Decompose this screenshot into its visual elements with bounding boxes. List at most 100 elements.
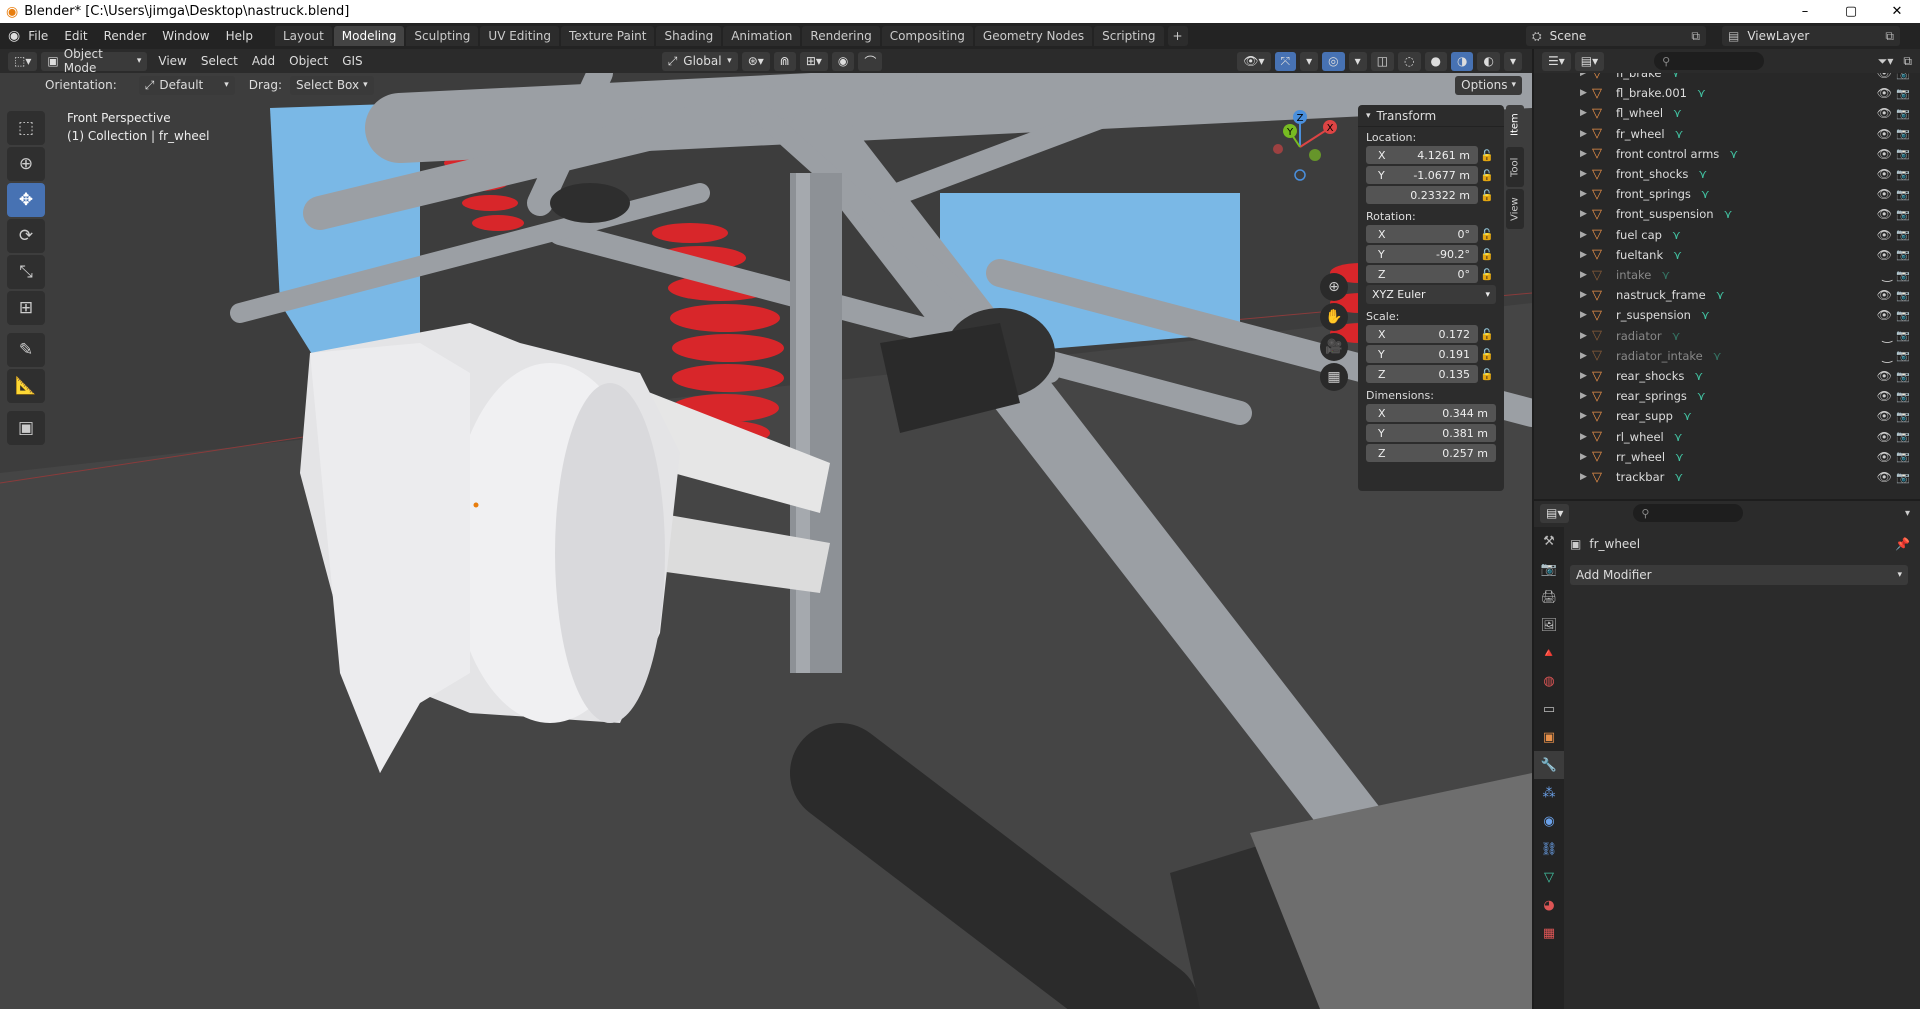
camera-render-icon[interactable]: 📷	[1896, 349, 1910, 362]
filter-icon[interactable]: ⏷▾	[1878, 54, 1894, 69]
display-mode-button[interactable]: ▤▾	[1574, 51, 1605, 71]
camera-render-icon[interactable]: 📷	[1896, 370, 1910, 383]
eye-icon[interactable]: 👁	[1877, 430, 1892, 444]
camera-render-icon[interactable]: 📷	[1896, 127, 1910, 140]
menu-render[interactable]: Render	[96, 29, 155, 43]
expand-arrow-icon[interactable]: ▶	[1580, 472, 1592, 482]
tool-settings-icon[interactable]: ⚒	[1534, 527, 1564, 555]
outliner-item[interactable]: ▶ ▽ intake ⋎ ‿ 📷	[1534, 265, 1920, 285]
orientation-dropdown[interactable]: ⤢ Default ▾	[138, 75, 235, 95]
outliner-item[interactable]: ▶ ▽ rl_wheel ⋎ 👁 📷	[1534, 427, 1920, 447]
menu-add[interactable]: Add	[245, 54, 282, 68]
expand-arrow-icon[interactable]: ▶	[1580, 290, 1592, 300]
select-box-tool[interactable]: ⬚	[7, 111, 45, 145]
pin-icon[interactable]: 📌	[1895, 537, 1910, 551]
scale-field[interactable]: Y 0.191	[1366, 345, 1478, 363]
outliner-item[interactable]: ▶ ▽ fl_brake.001 ⋎ 👁 📷	[1534, 83, 1920, 103]
workspace-tab-geometry-nodes[interactable]: Geometry Nodes	[974, 26, 1093, 46]
scene-selector[interactable]: ⛭ Scene ⧉	[1526, 26, 1706, 46]
expand-arrow-icon[interactable]: ▶	[1580, 270, 1592, 280]
eye-icon[interactable]: 👁	[1877, 147, 1892, 161]
outliner-item[interactable]: ▶ ▽ fuel cap ⋎ 👁 📷	[1534, 225, 1920, 245]
annotate-tool[interactable]: ✎	[7, 333, 45, 367]
eye-icon[interactable]: 👁	[1877, 127, 1892, 141]
outliner-item[interactable]: ▶ ▽ trackbar ⋎ 👁 📷	[1534, 467, 1920, 487]
scale-tool[interactable]: ⤡	[7, 255, 45, 289]
camera-render-icon[interactable]: 📷	[1896, 188, 1910, 201]
workspace-tab-animation[interactable]: Animation	[723, 26, 801, 46]
view-layer-copy-icon[interactable]: ⧉	[1885, 29, 1894, 44]
camera-render-icon[interactable]: 📷	[1896, 390, 1910, 403]
eye-icon[interactable]: 👁	[1877, 470, 1892, 484]
3d-viewport[interactable]: Orientation: ⤢ Default ▾ Drag: Select Bo…	[0, 73, 1532, 1009]
eye-icon[interactable]: 👁	[1877, 106, 1892, 120]
expand-arrow-icon[interactable]: ▶	[1580, 331, 1592, 341]
transform-tool[interactable]: ⊞	[7, 291, 45, 325]
close-button[interactable]: ✕	[1874, 0, 1920, 23]
menu-edit[interactable]: Edit	[56, 29, 95, 43]
eye-icon[interactable]: ‿	[1882, 268, 1892, 282]
expand-arrow-icon[interactable]: ▶	[1580, 129, 1592, 139]
outliner-item[interactable]: ▶ ▽ rear_supp ⋎ 👁 📷	[1534, 406, 1920, 426]
expand-arrow-icon[interactable]: ▶	[1580, 310, 1592, 320]
menu-file[interactable]: File	[20, 29, 56, 43]
outliner-item[interactable]: ▶ ▽ front_suspension ⋎ 👁 📷	[1534, 204, 1920, 224]
camera-render-icon[interactable]: 📷	[1896, 309, 1910, 322]
expand-arrow-icon[interactable]: ▶	[1580, 149, 1592, 159]
eye-icon[interactable]: 👁	[1877, 86, 1892, 100]
camera-icon[interactable]: 🎥	[1320, 333, 1348, 361]
outliner-search-input[interactable]: ⚲	[1654, 52, 1765, 70]
lock-icon[interactable]: 🔓	[1478, 189, 1496, 202]
data-properties-icon[interactable]: ▽	[1534, 863, 1564, 891]
camera-render-icon[interactable]: 📷	[1896, 329, 1910, 342]
proportional-falloff[interactable]: ⌒	[858, 51, 883, 71]
workspace-tab-scripting[interactable]: Scripting	[1094, 26, 1164, 46]
overlay-menu[interactable]: ▾	[1348, 51, 1367, 71]
eye-icon[interactable]: 👁	[1877, 228, 1892, 242]
camera-render-icon[interactable]: 📷	[1896, 269, 1910, 282]
scale-field[interactable]: Z 0.135	[1366, 365, 1478, 383]
mode-selector[interactable]: ▣ Object Mode ▾	[41, 47, 148, 75]
menu-window[interactable]: Window	[154, 29, 217, 43]
expand-arrow-icon[interactable]: ▶	[1580, 391, 1592, 401]
sidebar-tab-view[interactable]: View	[1506, 189, 1524, 229]
editor-type-button[interactable]: ⬚▾	[8, 51, 38, 71]
particles-properties-icon[interactable]: ⁂	[1534, 779, 1564, 807]
physics-properties-icon[interactable]: ◉	[1534, 807, 1564, 835]
expand-arrow-icon[interactable]: ▶	[1580, 88, 1592, 98]
location-field[interactable]: Y -1.0677 m	[1366, 166, 1478, 184]
expand-arrow-icon[interactable]: ▶	[1580, 411, 1592, 421]
camera-render-icon[interactable]: 📷	[1896, 471, 1910, 484]
camera-render-icon[interactable]: 📷	[1896, 208, 1910, 221]
eye-icon[interactable]: 👁	[1877, 207, 1892, 221]
eye-icon[interactable]: ‿	[1882, 349, 1892, 363]
workspace-tab-sculpting[interactable]: Sculpting	[406, 26, 479, 46]
camera-render-icon[interactable]: 📷	[1896, 107, 1910, 120]
workspace-tab-rendering[interactable]: Rendering	[802, 26, 880, 46]
output-properties-icon[interactable]: 🖨	[1534, 583, 1564, 611]
eye-icon[interactable]: 👁	[1877, 389, 1892, 403]
collection-properties-icon[interactable]: ▭	[1534, 695, 1564, 723]
expand-arrow-icon[interactable]: ▶	[1580, 452, 1592, 462]
rotation-field[interactable]: Y -90.2°	[1366, 245, 1478, 263]
expand-arrow-icon[interactable]: ▶	[1580, 73, 1592, 78]
menu-gis[interactable]: GIS	[335, 54, 369, 68]
workspace-tab-shading[interactable]: Shading	[656, 26, 722, 46]
menu-select[interactable]: Select	[194, 54, 245, 68]
expand-arrow-icon[interactable]: ▶	[1580, 209, 1592, 219]
material-properties-icon[interactable]: ◕	[1534, 891, 1564, 919]
outliner-item[interactable]: ▶ ▽ radiator ⋎ ‿ 📷	[1534, 326, 1920, 346]
eye-icon[interactable]: 👁	[1877, 450, 1892, 464]
gizmo-menu[interactable]: ▾	[1300, 51, 1319, 71]
camera-render-icon[interactable]: 📷	[1896, 87, 1910, 100]
zoom-icon[interactable]: ⊕	[1320, 273, 1348, 301]
lock-icon[interactable]: 🔓	[1478, 348, 1496, 361]
scene-copy-icon[interactable]: ⧉	[1691, 29, 1700, 44]
add-cube-tool[interactable]: ▣	[7, 411, 45, 445]
workspace-tab-compositing[interactable]: Compositing	[881, 26, 973, 46]
view-layer-icon[interactable]: 🖼	[1534, 611, 1564, 639]
workspace-tab-texture-paint[interactable]: Texture Paint	[561, 26, 655, 46]
outliner-item[interactable]: ▶ ▽ front control arms ⋎ 👁 📷	[1534, 144, 1920, 164]
eye-icon[interactable]: 👁	[1877, 187, 1892, 201]
add-workspace-button[interactable]: +	[1167, 26, 1188, 46]
